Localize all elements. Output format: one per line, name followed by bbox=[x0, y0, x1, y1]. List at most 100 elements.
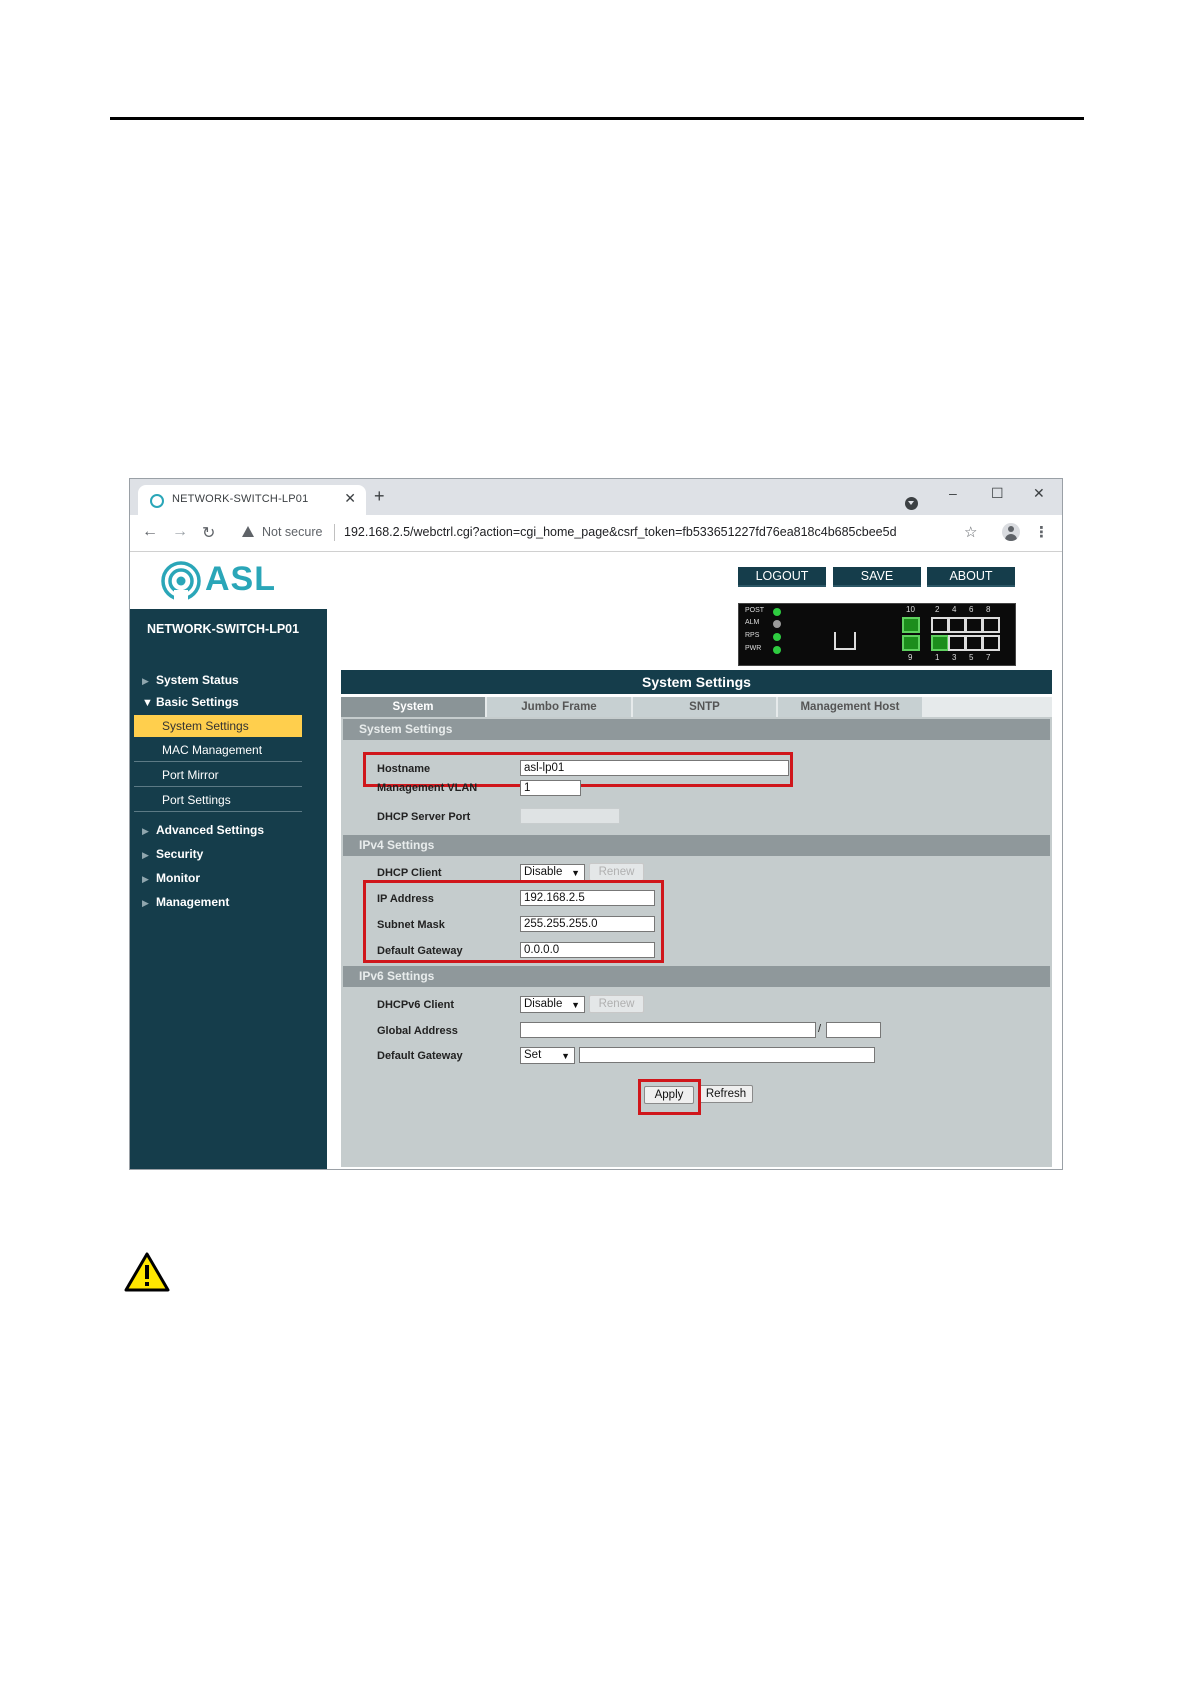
led-label: ALM bbox=[745, 619, 760, 626]
ipv6-default-gateway-label: Default Gateway bbox=[377, 1050, 463, 1062]
not-secure-icon bbox=[242, 526, 254, 537]
section-header-system: System Settings bbox=[343, 719, 1050, 740]
reload-icon[interactable]: ↻ bbox=[202, 523, 215, 543]
dhcpv6-client-label: DHCPv6 Client bbox=[377, 999, 455, 1011]
browser-menu-icon[interactable]: ⋮ bbox=[1034, 523, 1049, 541]
logo-area: ASL bbox=[130, 552, 327, 609]
sidebar: ASL NETWORK-SWITCH-LP01 ▶ System Status ▼… bbox=[130, 552, 327, 1169]
refresh-button[interactable]: Refresh bbox=[699, 1085, 753, 1103]
sidebar-subitem-system-settings[interactable]: System Settings bbox=[134, 715, 302, 737]
logout-button[interactable]: LOGOUT bbox=[738, 567, 826, 587]
settings-form: System Jumbo Frame SNTP Management Host … bbox=[341, 697, 1052, 1167]
ipv6-default-gateway-input[interactable] bbox=[579, 1047, 875, 1063]
tab-title: NETWORK-SWITCH-LP01 bbox=[172, 493, 309, 505]
sidebar-item-label: Monitor bbox=[156, 871, 200, 885]
expand-arrow-icon: ▶ bbox=[142, 874, 149, 884]
alm-led bbox=[773, 620, 781, 628]
global-address-input[interactable] bbox=[520, 1022, 816, 1038]
port-number: 9 bbox=[908, 653, 913, 662]
expand-arrow-icon: ▶ bbox=[142, 676, 149, 686]
port-number: 4 bbox=[952, 605, 957, 614]
sidebar-subitem-label: Port Settings bbox=[162, 793, 231, 807]
tab-management-host[interactable]: Management Host bbox=[778, 697, 922, 717]
port-7 bbox=[982, 635, 1000, 651]
sidebar-subitem-mac-management[interactable]: MAC Management bbox=[134, 739, 302, 762]
dhcp-client-value: Disable bbox=[524, 866, 563, 878]
sidebar-item-monitor[interactable]: ▶ Monitor bbox=[142, 871, 200, 885]
renew-button[interactable]: Renew bbox=[589, 863, 644, 881]
management-vlan-label: Management VLAN bbox=[377, 782, 478, 794]
logo-text: ASL bbox=[205, 560, 276, 598]
tab-strip: NETWORK-SWITCH-LP01 ✕ + – ☐ ✕ bbox=[130, 479, 1062, 515]
tab-jumbo-frame[interactable]: Jumbo Frame bbox=[487, 697, 631, 717]
section-header-ipv6: IPv6 Settings bbox=[343, 966, 1050, 987]
sidebar-subitem-label: Port Mirror bbox=[162, 768, 219, 782]
dhcp-client-select[interactable]: Disable ▼ bbox=[520, 864, 585, 881]
bookmark-star-icon[interactable]: ☆ bbox=[964, 523, 977, 541]
tab-sntp[interactable]: SNTP bbox=[633, 697, 776, 717]
renew-v6-button[interactable]: Renew bbox=[589, 995, 644, 1013]
back-icon[interactable]: ← bbox=[142, 523, 158, 541]
sidebar-item-advanced-settings[interactable]: ▶ Advanced Settings bbox=[142, 823, 264, 837]
sidebar-subitem-port-mirror[interactable]: Port Mirror bbox=[134, 764, 302, 787]
save-button[interactable]: SAVE bbox=[833, 567, 921, 587]
sidebar-subitem-label: MAC Management bbox=[162, 743, 263, 757]
sidebar-item-security[interactable]: ▶ Security bbox=[142, 847, 203, 861]
port-number: 10 bbox=[906, 605, 915, 614]
url-field[interactable]: 192.168.2.5/webctrl.cgi?action=cgi_home_… bbox=[344, 525, 897, 539]
url-divider bbox=[334, 524, 335, 541]
sidebar-item-management[interactable]: ▶ Management bbox=[142, 895, 229, 909]
dhcp-server-port-input[interactable] bbox=[520, 808, 620, 824]
led-label: RPS bbox=[745, 632, 760, 639]
sidebar-item-basic-settings[interactable]: ▼ Basic Settings bbox=[142, 695, 239, 709]
port-1 bbox=[931, 635, 949, 651]
forward-icon[interactable]: → bbox=[172, 523, 188, 541]
sidebar-item-label: Advanced Settings bbox=[156, 823, 265, 837]
tab-system[interactable]: System bbox=[341, 697, 485, 717]
not-secure-label[interactable]: Not secure bbox=[262, 525, 322, 539]
port-10 bbox=[902, 617, 920, 633]
rps-led bbox=[773, 633, 781, 641]
port-number: 8 bbox=[986, 605, 991, 614]
sidebar-item-system-status[interactable]: ▶ System Status bbox=[142, 673, 239, 687]
port-4 bbox=[948, 617, 966, 633]
prefix-length-input[interactable] bbox=[826, 1022, 881, 1038]
port-8 bbox=[982, 617, 1000, 633]
profile-icon[interactable] bbox=[1002, 523, 1020, 541]
browser-tab[interactable]: NETWORK-SWITCH-LP01 ✕ bbox=[138, 485, 366, 515]
ipv6-gateway-mode-value: Set bbox=[524, 1049, 542, 1061]
prefix-separator: / bbox=[818, 1023, 822, 1035]
dhcpv6-client-value: Disable bbox=[524, 998, 563, 1010]
maximize-icon[interactable]: ☐ bbox=[991, 485, 1004, 502]
dhcp-server-port-label: DHCP Server Port bbox=[377, 811, 471, 823]
led-label: PWR bbox=[745, 645, 762, 652]
switch-web-ui: ASL NETWORK-SWITCH-LP01 ▶ System Status ▼… bbox=[130, 552, 1062, 1169]
favicon-icon bbox=[150, 494, 164, 508]
port-6 bbox=[965, 617, 983, 633]
ipv6-gateway-mode-select[interactable]: Set ▼ bbox=[520, 1047, 575, 1064]
dhcpv6-client-select[interactable]: Disable ▼ bbox=[520, 996, 585, 1013]
sidebar-subitem-label: System Settings bbox=[162, 719, 249, 733]
warning-icon bbox=[124, 1252, 170, 1292]
sidebar-item-label: System Status bbox=[156, 673, 239, 687]
port-number: 1 bbox=[935, 653, 940, 662]
pwr-led bbox=[773, 646, 781, 654]
sidebar-item-label: Basic Settings bbox=[156, 695, 239, 709]
port-number: 3 bbox=[952, 653, 957, 662]
dhcp-client-label: DHCP Client bbox=[377, 867, 442, 879]
window-close-icon[interactable]: ✕ bbox=[1033, 485, 1045, 502]
tab-close-icon[interactable]: ✕ bbox=[344, 490, 356, 507]
tab-search-icon[interactable] bbox=[905, 497, 918, 510]
management-vlan-input[interactable]: 1 bbox=[520, 780, 581, 796]
new-tab-icon[interactable]: + bbox=[374, 486, 385, 507]
asl-logo-icon bbox=[161, 561, 201, 602]
about-button[interactable]: ABOUT bbox=[927, 567, 1015, 587]
minimize-icon[interactable]: – bbox=[949, 485, 957, 501]
port-number: 2 bbox=[935, 605, 940, 614]
page-top-rule bbox=[110, 117, 1084, 120]
chevron-down-icon: ▼ bbox=[561, 1051, 570, 1061]
sidebar-subitem-port-settings[interactable]: Port Settings bbox=[134, 789, 302, 812]
port-number: 6 bbox=[969, 605, 974, 614]
sidebar-item-label: Management bbox=[156, 895, 230, 909]
device-name: NETWORK-SWITCH-LP01 bbox=[147, 622, 300, 636]
